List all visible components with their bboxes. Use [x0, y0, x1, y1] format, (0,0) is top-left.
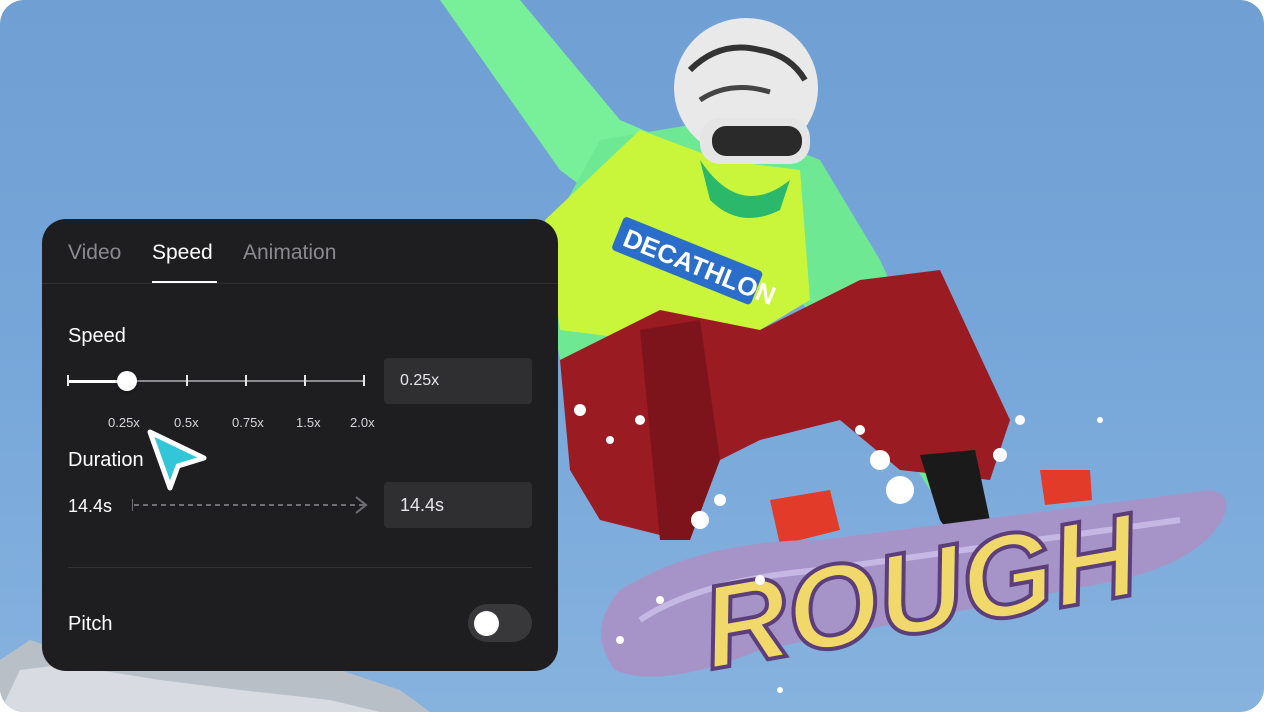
pitch-toggle[interactable]	[468, 604, 532, 642]
duration-label: Duration	[68, 449, 144, 471]
pointer-cursor-icon	[147, 429, 207, 491]
slider-tick	[363, 375, 365, 386]
arrow-right-icon	[132, 496, 368, 514]
slider-tick	[186, 375, 188, 386]
video-preview: DECATHLON ROUGH Video Speed Animation Sp…	[0, 0, 1264, 712]
slider-tick	[67, 375, 69, 386]
tab-bar: Video Speed Animation	[42, 219, 558, 284]
tick-label: 0.25x	[108, 415, 140, 430]
pitch-label: Pitch	[68, 613, 113, 635]
goggles	[712, 126, 802, 156]
speed-label: Speed	[68, 325, 126, 347]
tab-video[interactable]: Video	[68, 241, 121, 265]
active-tab-indicator	[152, 281, 217, 283]
toggle-knob	[474, 611, 499, 636]
board-text: ROUGH	[692, 488, 1150, 695]
tab-animation[interactable]: Animation	[243, 241, 336, 265]
tick-label: 0.75x	[232, 415, 264, 430]
slider-tick	[304, 375, 306, 386]
slider-handle[interactable]	[117, 371, 137, 391]
speed-panel: Video Speed Animation Speed 0.25x 0.5x 0…	[42, 219, 558, 671]
divider	[68, 567, 532, 568]
tab-speed[interactable]: Speed	[152, 241, 213, 265]
tick-label: 2.0x	[350, 415, 375, 430]
speed-value-input[interactable]: 0.25x	[384, 358, 532, 404]
duration-original: 14.4s	[68, 496, 113, 516]
slider-tick	[245, 375, 247, 386]
tick-label: 1.5x	[296, 415, 321, 430]
duration-value-input[interactable]: 14.4s	[384, 482, 532, 528]
